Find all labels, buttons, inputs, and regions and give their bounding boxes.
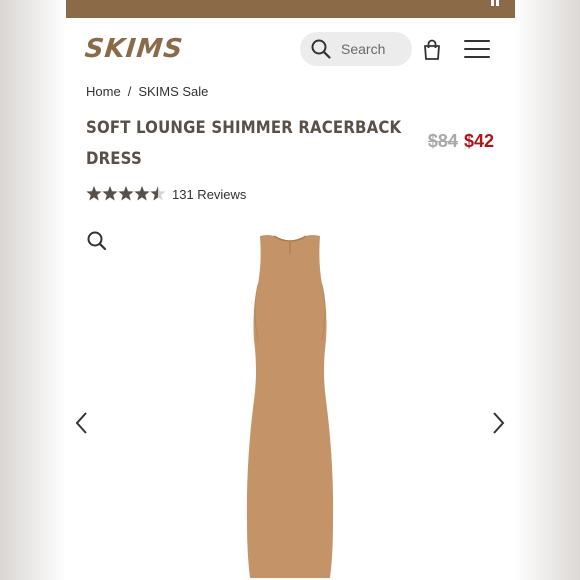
product-title: SOFT LOUNGE SHIMMER RACERBACK DRESS [86, 118, 402, 169]
zoom-icon[interactable] [87, 231, 107, 251]
star-icon [118, 186, 134, 201]
hamburger-menu-icon[interactable] [464, 40, 490, 60]
search-button[interactable]: Search [300, 32, 412, 66]
announcement-bar [66, 0, 515, 18]
search-label: Search [341, 41, 386, 57]
chevron-right-icon[interactable] [490, 411, 506, 435]
star-icon [102, 186, 118, 201]
reviews-link[interactable]: 131 Reviews [172, 187, 246, 202]
product-price: $84 $42 [428, 131, 494, 152]
site-header: SKIMS Search [66, 18, 515, 80]
rating-stars [86, 186, 166, 201]
breadcrumb: Home / SKIMS Sale [86, 84, 208, 99]
star-icon [134, 186, 150, 201]
original-price: $84 [427, 131, 458, 151]
product-page: SKIMS Search Home / SKIMS Sale SOFT LOUNGE… [66, 0, 515, 580]
star-icon [86, 186, 102, 201]
breadcrumb-skims-sale[interactable]: SKIMS Sale [138, 84, 208, 99]
pause-icon[interactable] [491, 0, 499, 6]
product-image-dress[interactable] [242, 232, 338, 580]
brand-logo[interactable]: SKIMS [83, 34, 184, 64]
sale-price: $42 [463, 131, 494, 151]
chevron-left-icon[interactable] [74, 411, 90, 435]
breadcrumb-home[interactable]: Home [86, 84, 121, 99]
shopping-bag-icon[interactable] [422, 39, 442, 61]
search-icon [311, 39, 331, 59]
breadcrumb-separator: / [127, 84, 132, 99]
